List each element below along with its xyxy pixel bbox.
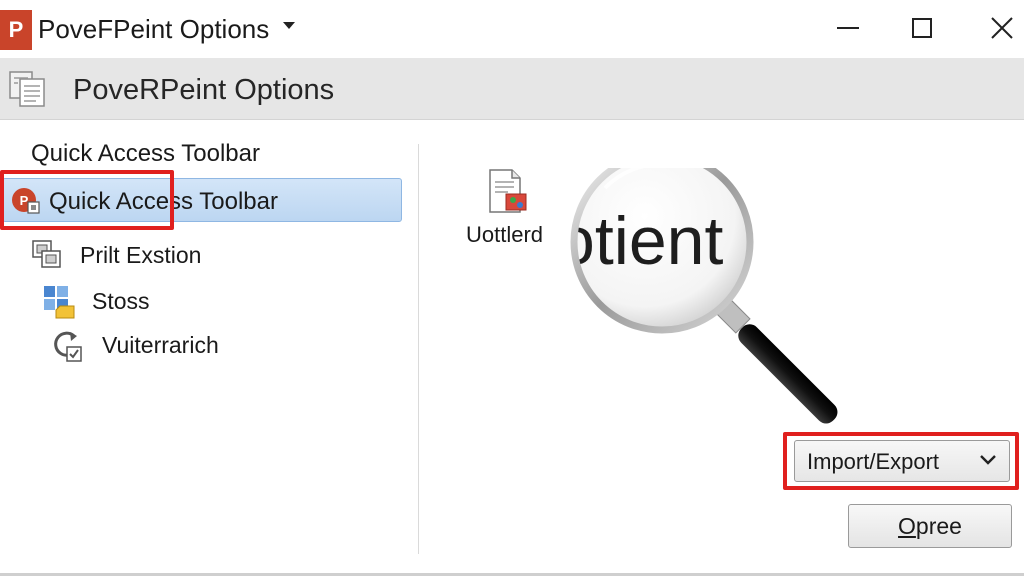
minimize-button[interactable] — [828, 8, 868, 48]
maximize-icon — [912, 18, 932, 38]
nav-item-stoss[interactable]: Stoss — [42, 284, 242, 320]
document-image-icon[interactable] — [484, 168, 532, 216]
chevron-down-icon — [980, 455, 996, 465]
import-export-dropdown[interactable]: Import/Export — [794, 440, 1010, 482]
nav-item-label: Vuiterrarich — [102, 332, 219, 358]
print-windows-icon — [32, 240, 61, 268]
window-title: PoveFPeint Options — [38, 14, 270, 44]
options-document-icon — [9, 71, 45, 107]
nav-item-quick-access-toolbar[interactable]: P Quick Access Toolbar — [2, 178, 402, 222]
magnified-text: otient — [565, 203, 723, 279]
nav-item-label: Prilt Exstion — [80, 242, 202, 268]
options-window: P PoveFPeint Options PoveRPeint Options — [0, 0, 1024, 576]
nav-item-prilt-exstion[interactable]: Prilt Exstion — [30, 238, 290, 274]
magnifying-glass-icon: otient — [565, 168, 838, 424]
close-button[interactable] — [982, 8, 1022, 48]
app-logo-icon[interactable]: P — [0, 10, 32, 50]
section-title: Quick Access Toolbar — [31, 140, 260, 167]
maximize-button[interactable] — [902, 8, 942, 48]
navigation-pane: Quick Access Toolbar P Quick Access Tool… — [0, 120, 418, 560]
title-bar: P PoveFPeint Options — [0, 0, 1024, 58]
opree-access-key: O — [898, 513, 916, 539]
app-logo-letter: P — [8, 17, 24, 42]
options-header: PoveRPeint Options — [0, 58, 1024, 120]
options-heading: PoveRPeint Options — [73, 74, 335, 106]
opree-label-rest: pree — [915, 513, 962, 539]
nav-item-label: Quick Access Toolbar — [49, 188, 278, 215]
powerpoint-icon: P — [12, 188, 40, 214]
nav-item-vuiterrarich[interactable]: Vuiterrarich — [50, 328, 290, 364]
close-icon — [991, 17, 1013, 39]
minimize-icon — [837, 27, 859, 29]
document-label: Uottlerd — [466, 222, 544, 247]
title-dropdown-caret-icon[interactable] — [283, 22, 295, 29]
refresh-check-icon — [54, 331, 82, 362]
grid-folder-icon — [44, 286, 75, 319]
import-export-label: Import/Export — [807, 449, 940, 474]
pane-divider — [418, 144, 419, 554]
svg-text:P: P — [20, 193, 29, 208]
nav-item-label: Stoss — [92, 288, 150, 314]
opree-button[interactable]: Opree — [848, 504, 1012, 548]
